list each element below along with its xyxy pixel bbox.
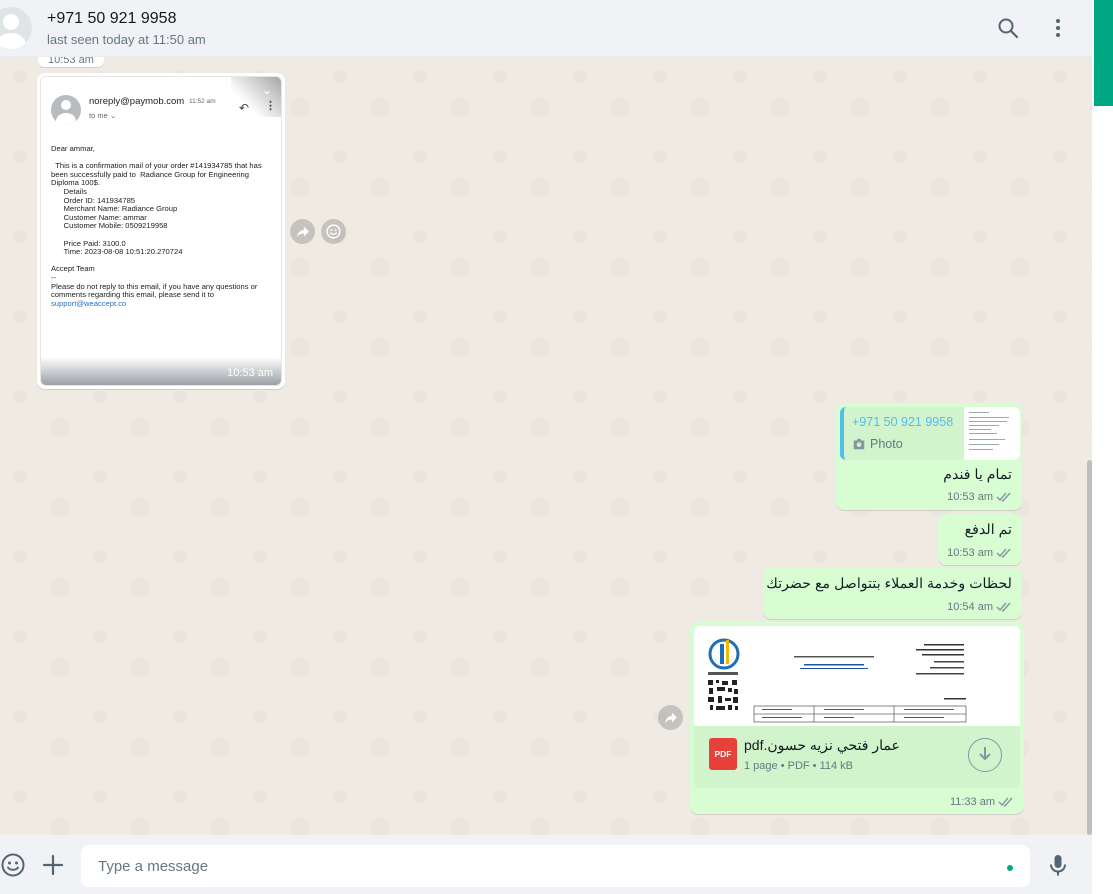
message-text: تمام يا فندم bbox=[943, 467, 1012, 483]
time-chip: 10:53 am bbox=[38, 57, 104, 67]
download-arrow-icon bbox=[979, 747, 991, 761]
composer-bar bbox=[0, 835, 1092, 894]
message-text: تم الدفع bbox=[964, 522, 1012, 538]
emoji-reaction-icon bbox=[326, 224, 341, 239]
camera-icon bbox=[853, 438, 865, 450]
quoted-message[interactable]: +971 50 921 9958 Photo bbox=[840, 407, 1020, 460]
email-recipient: to me ⌄ bbox=[89, 111, 117, 120]
scrollbar-thumb[interactable] bbox=[1087, 460, 1092, 835]
double-check-icon bbox=[996, 492, 1011, 503]
message-meta: 11:33 am bbox=[950, 796, 1014, 808]
quoted-sender: +971 50 921 9958 bbox=[852, 415, 954, 429]
message-meta: 10:54 am bbox=[947, 601, 1012, 613]
quoted-photo-thumbnail bbox=[964, 407, 1020, 460]
message-list[interactable]: 10:53 am ⌄ noreply@paymob.com 11:52 am t… bbox=[0, 57, 1092, 835]
attach-plus-icon[interactable] bbox=[40, 852, 66, 878]
double-check-icon bbox=[996, 602, 1011, 613]
email-screenshot[interactable]: ⌄ noreply@paymob.com 11:52 am to me ⌄ ↶ … bbox=[40, 76, 282, 386]
message-meta: 10:53 am bbox=[947, 547, 1012, 559]
pdf-preview[interactable] bbox=[694, 626, 1020, 726]
pdf-file-info: 1 page • PDF • 114 kB bbox=[744, 760, 854, 772]
side-panel-edge bbox=[1092, 0, 1113, 894]
message-meta: 10:53 am bbox=[947, 491, 1012, 503]
email-from: noreply@paymob.com bbox=[89, 96, 185, 107]
double-check-icon bbox=[998, 797, 1013, 808]
support-email-link: support@weaccept.co bbox=[51, 298, 127, 308]
pdf-filename: عمار فتحي نزيه حسون.pdf bbox=[744, 737, 900, 753]
outgoing-message-reply[interactable]: +971 50 921 9958 Photo تمام يا فندم 10:5… bbox=[836, 403, 1022, 510]
menu-dots-icon[interactable] bbox=[1046, 16, 1070, 40]
forward-button[interactable] bbox=[290, 219, 315, 244]
email-body: Dear ammar, This is a confirmation mail … bbox=[51, 144, 262, 308]
reply-icon: ↶ bbox=[239, 101, 250, 115]
quoted-type: Photo bbox=[852, 437, 903, 451]
accent-bar bbox=[1094, 0, 1113, 106]
outgoing-message[interactable]: لحظات وخدمة العملاء بتتواصل مع حضرتك 10:… bbox=[763, 568, 1022, 619]
double-check-icon bbox=[996, 548, 1011, 559]
email-time: 11:52 am bbox=[189, 98, 216, 105]
pdf-file-row[interactable]: PDF عمار فتحي نزيه حسون.pdf 1 page • PDF… bbox=[694, 726, 1020, 788]
microphone-icon[interactable] bbox=[1045, 852, 1071, 878]
message-time: 10:53 am bbox=[227, 367, 273, 379]
more-icon: ⋮ bbox=[265, 100, 276, 112]
contact-name[interactable]: +971 50 921 9958 bbox=[47, 10, 176, 28]
last-seen-status: last seen today at 11:50 am bbox=[47, 32, 206, 47]
forward-icon bbox=[296, 226, 309, 238]
download-button[interactable] bbox=[968, 738, 1002, 772]
outgoing-message[interactable]: تم الدفع 10:53 am bbox=[938, 514, 1022, 565]
chat-header: +971 50 921 9958 last seen today at 11:5… bbox=[0, 0, 1092, 57]
email-sender-avatar bbox=[51, 95, 81, 125]
search-icon[interactable] bbox=[996, 16, 1020, 40]
message-text: لحظات وخدمة العملاء بتتواصل مع حضرتك bbox=[766, 576, 1012, 592]
message-input[interactable] bbox=[81, 845, 1030, 887]
react-button[interactable] bbox=[321, 219, 346, 244]
pdf-file-icon: PDF bbox=[709, 738, 737, 770]
outgoing-document-message[interactable]: PDF عمار فتحي نزيه حسون.pdf 1 page • PDF… bbox=[690, 622, 1024, 814]
forward-button[interactable] bbox=[658, 705, 683, 730]
contact-avatar[interactable] bbox=[0, 7, 32, 49]
chevron-down-icon[interactable]: ⌄ bbox=[262, 83, 272, 97]
typing-indicator-dot bbox=[1007, 865, 1013, 871]
incoming-image-message[interactable]: ⌄ noreply@paymob.com 11:52 am to me ⌄ ↶ … bbox=[37, 73, 285, 389]
emoji-icon[interactable] bbox=[0, 852, 26, 878]
forward-icon bbox=[664, 712, 677, 724]
pdf-page-thumbnail bbox=[694, 626, 1020, 726]
